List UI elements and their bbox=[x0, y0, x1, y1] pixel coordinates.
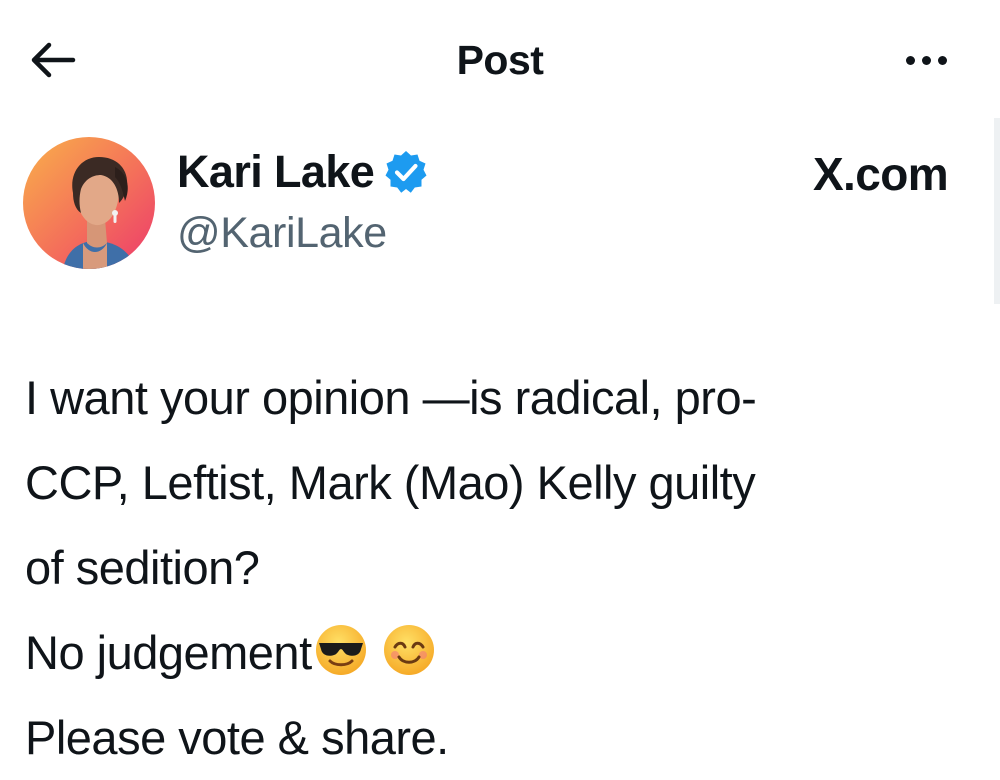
post-header: Post bbox=[0, 0, 1000, 120]
verified-badge-icon bbox=[385, 151, 427, 193]
tweet-line: of sedition? bbox=[25, 541, 260, 594]
smiling-face-with-smiling-eyes-icon bbox=[383, 625, 434, 675]
back-button[interactable] bbox=[24, 36, 80, 84]
tweet-text: I want your opinion —is radical, pro- CC… bbox=[25, 355, 955, 780]
post-view: Post Kari Lake @KariLake X.com I want yo… bbox=[0, 0, 1000, 780]
more-dot bbox=[921, 55, 931, 65]
more-horizontal-icon bbox=[905, 55, 915, 65]
tweet-line: I want your opinion —is radical, pro- bbox=[25, 371, 757, 424]
author-name-row: Kari Lake bbox=[177, 145, 430, 199]
author-handle[interactable]: @KariLake bbox=[177, 209, 387, 258]
profile-photo bbox=[23, 137, 155, 269]
page-title: Post bbox=[456, 37, 544, 83]
tweet-line: Please vote & share. bbox=[25, 711, 449, 764]
tweet-line-text: No judgement bbox=[25, 626, 312, 679]
more-options-button[interactable] bbox=[896, 36, 956, 84]
more-dot bbox=[937, 55, 947, 65]
tweet-line-emoji: No judgement bbox=[25, 610, 955, 695]
source-brand: X.com bbox=[812, 148, 949, 200]
scroll-edge bbox=[994, 118, 1000, 304]
tweet-line: CCP, Leftist, Mark (Mao) Kelly guilty bbox=[25, 456, 756, 509]
smiling-face-with-sunglasses-icon bbox=[315, 625, 366, 675]
avatar[interactable] bbox=[23, 137, 155, 269]
arrow-left-icon bbox=[31, 42, 76, 78]
author-name[interactable]: Kari Lake bbox=[177, 146, 375, 198]
